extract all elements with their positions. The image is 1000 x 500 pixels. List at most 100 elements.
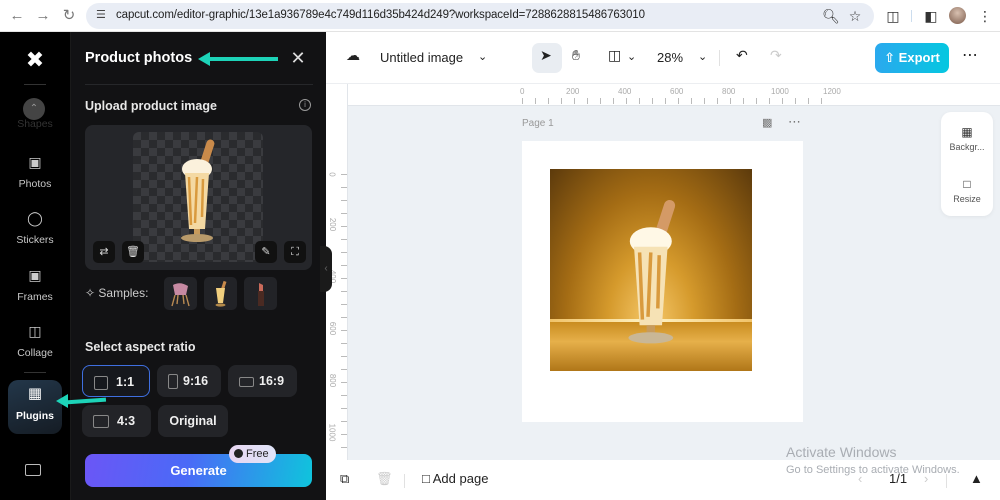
annotation-arrow-head <box>56 394 68 408</box>
left-rail: ✖ Shapes ⌃ ▣ Photos ◯ Stickers ▣ Frames … <box>0 32 70 500</box>
capcut-logo[interactable]: ✖ <box>22 49 48 71</box>
page-more-icon[interactable]: ⋯ <box>788 114 801 130</box>
ruler-tick-label: 0 <box>520 87 525 96</box>
sample-lipstick[interactable] <box>244 277 277 310</box>
expand-pages-icon[interactable]: ▲ <box>970 471 983 486</box>
divider <box>24 84 46 85</box>
replace-image-button[interactable]: ⇄ <box>93 241 115 263</box>
keyboard-icon[interactable] <box>25 464 41 476</box>
undo-icon[interactable]: ↶ <box>736 47 748 64</box>
collapse-panel-handle[interactable]: ‹ <box>320 246 332 292</box>
samples-label: ✧ Samples: <box>85 286 149 300</box>
scroll-up-icon[interactable]: ⌃ <box>23 98 45 120</box>
redo-icon[interactable]: ↷ <box>770 47 782 64</box>
divider <box>946 474 947 488</box>
layout-icon[interactable]: ◫ <box>608 47 621 64</box>
side-tools: ▦ Backgr... □ Resize <box>941 112 993 216</box>
resize-icon: □ <box>963 177 971 191</box>
chevron-down-icon[interactable]: ⌄ <box>478 50 487 63</box>
sidebar-item-collage[interactable]: ◫ Collage <box>8 317 62 369</box>
document-title[interactable]: Untitled image <box>380 50 463 65</box>
resize-tool[interactable]: □ Resize <box>941 177 993 204</box>
sparkle-icon: ✧ <box>85 286 96 300</box>
zoom-icon[interactable]: 🔍︎ <box>822 7 840 25</box>
generated-product-photo[interactable] <box>550 169 752 371</box>
sample-chair[interactable] <box>164 277 197 310</box>
ruler-tick-label: 200 <box>566 87 580 96</box>
ratio-original-button[interactable]: Original <box>158 405 228 437</box>
hand-tool-icon[interactable]: ✋︎ <box>572 47 580 64</box>
more-menu-icon[interactable]: ⋮ <box>976 7 994 25</box>
ratio-9-16-button[interactable]: 9:16 <box>157 365 221 397</box>
pointer-icon[interactable]: ➤ <box>540 47 552 64</box>
profile-avatar[interactable] <box>949 7 966 24</box>
cloud-save-icon[interactable]: ☁ <box>346 47 360 64</box>
ruler-tick-label: 1000 <box>327 423 337 442</box>
chevron-down-icon[interactable]: ⌄ <box>698 50 707 63</box>
info-icon[interactable]: i <box>299 99 311 111</box>
crop-focus-button[interactable]: ⛶ <box>284 241 306 263</box>
landscape-ratio-icon <box>239 376 254 387</box>
panel-title: Product photos <box>85 50 193 66</box>
background-tool[interactable]: ▦ Backgr... <box>941 125 993 152</box>
product-image <box>181 139 215 242</box>
delete-image-button[interactable]: 🗑︎ <box>122 241 144 263</box>
back-icon[interactable]: ← <box>8 7 26 25</box>
ratio-4-3-button[interactable]: 4:3 <box>82 405 151 437</box>
add-page-icon: □ <box>422 471 430 486</box>
milkshake-image <box>628 199 676 344</box>
lipstick-icon <box>258 283 264 306</box>
url-text[interactable]: capcut.com/editor-graphic/13e1a936789e4c… <box>116 9 645 21</box>
duplicate-page-icon[interactable]: ⧉ <box>340 471 349 487</box>
canvas-page[interactable] <box>522 141 803 422</box>
ruler-tick-label: 1000 <box>771 87 789 96</box>
upload-dropzone[interactable]: ⇄ 🗑︎ ✎ ⛶ <box>85 125 312 270</box>
generate-button[interactable]: Generate <box>85 454 312 487</box>
sidebar-item-photos[interactable]: ▣ Photos <box>8 148 62 200</box>
sidebar-item-plugins[interactable]: ▦ Plugins <box>8 380 62 434</box>
more-options-icon[interactable]: ⋯ <box>962 45 978 65</box>
ratio-1-1-button[interactable]: 1:1 <box>82 365 150 397</box>
add-page-button[interactable]: □ Add page <box>422 471 488 486</box>
ruler-ticks <box>522 98 834 104</box>
windows-watermark-subtitle: Go to Settings to activate Windows. <box>786 464 960 476</box>
chevron-down-icon[interactable]: ⌄ <box>627 50 636 63</box>
reload-icon[interactable]: ↻ <box>60 7 78 25</box>
background-icon: ▦ <box>961 125 973 139</box>
bookmark-star-icon[interactable]: ☆ <box>846 7 864 25</box>
site-settings-icon[interactable]: ☰ <box>96 8 106 21</box>
address-bar[interactable]: ☰ capcut.com/editor-graphic/13e1a936789e… <box>86 3 874 29</box>
page-image-icon[interactable]: ▩ <box>762 116 772 129</box>
delete-page-icon[interactable]: 🗑︎ <box>376 471 393 487</box>
horizontal-ruler: 0 200 400 600 800 1000 1200 <box>348 84 1000 106</box>
frame-icon: ▣ <box>28 267 42 283</box>
divider <box>85 84 313 85</box>
close-icon[interactable]: ✕ <box>289 48 307 69</box>
plugins-grid-icon: ▦ <box>27 385 43 402</box>
side-panel-icon[interactable]: ◧ <box>922 7 940 25</box>
ruler-tick-label: 800 <box>722 87 736 96</box>
annotation-arrow <box>206 57 278 61</box>
sample-milkshake[interactable] <box>204 277 237 310</box>
export-button[interactable]: ⇧ Export <box>875 43 949 73</box>
ruler-ticks <box>341 174 347 460</box>
sidebar-item-frames[interactable]: ▣ Frames <box>8 261 62 313</box>
edit-cutout-button[interactable]: ✎ <box>255 241 277 263</box>
upload-label: Upload product image <box>85 99 217 113</box>
divider <box>404 474 405 488</box>
sidebar-item-stickers[interactable]: ◯ Stickers <box>8 204 62 256</box>
divider <box>911 10 912 22</box>
photo-icon: ▣ <box>28 154 42 170</box>
extensions-icon[interactable]: ◫ <box>884 7 902 25</box>
aspect-ratio-label: Select aspect ratio <box>85 340 196 354</box>
editor-toolbar: ☁ Untitled image ⌄ ➤ ✋︎ ◫ ⌄ 28% ⌄ ↶ ↷ ⇧ … <box>326 32 1000 84</box>
square-ratio-icon <box>94 375 108 390</box>
clock-icon <box>234 449 243 458</box>
free-badge: Free <box>229 445 276 463</box>
annotation-arrow-head <box>198 52 210 66</box>
forward-icon[interactable]: → <box>34 7 52 25</box>
zoom-level[interactable]: 28% <box>657 50 683 65</box>
ruler-tick-label: 800 <box>328 373 338 388</box>
ratio-16-9-button[interactable]: 16:9 <box>228 365 297 397</box>
portrait-ratio-icon <box>168 374 178 390</box>
